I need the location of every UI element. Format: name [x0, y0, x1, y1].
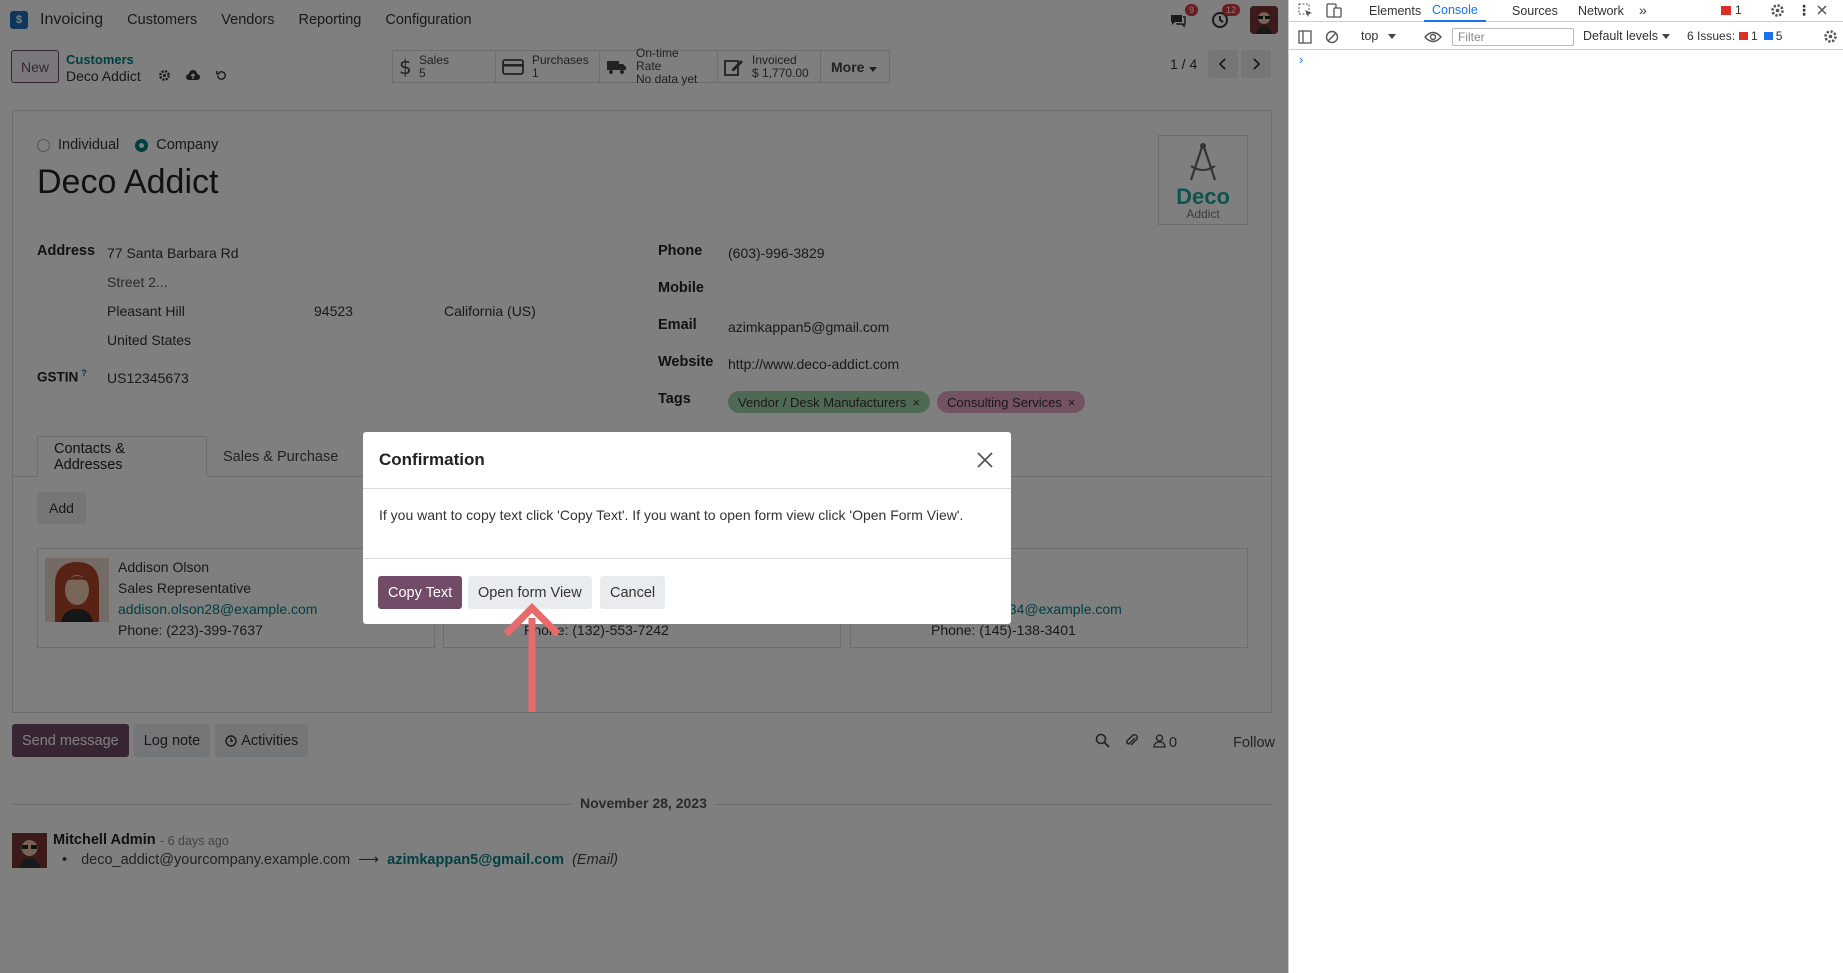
issues-counter[interactable]: 6 Issues: 1 5 — [1687, 29, 1782, 43]
dialog-body: If you want to copy text click 'Copy Tex… — [379, 507, 964, 523]
devtools-tab-console[interactable]: Console — [1424, 0, 1486, 22]
devtools-tab-sources[interactable]: Sources — [1512, 0, 1558, 22]
confirmation-dialog: Confirmation If you want to copy text cl… — [363, 432, 1011, 624]
caret-down-icon — [1388, 33, 1397, 39]
eye-icon[interactable] — [1424, 30, 1442, 47]
clear-console-icon[interactable] — [1325, 30, 1339, 47]
issue-error-icon — [1739, 32, 1749, 40]
devtools-tabbar: Elements Console Sources Network » 1 ⋮ — [1289, 0, 1843, 22]
console-prompt[interactable]: › — [1299, 52, 1303, 67]
log-levels-select[interactable]: Default levels — [1583, 29, 1671, 43]
devtools-tab-network[interactable]: Network — [1578, 0, 1624, 22]
devtools-tab-elements[interactable]: Elements — [1369, 0, 1421, 22]
close-devtools-icon[interactable] — [1815, 3, 1829, 20]
dialog-title: Confirmation — [379, 450, 485, 469]
inspect-element-icon[interactable] — [1298, 3, 1313, 21]
error-counter[interactable]: 1 — [1721, 3, 1742, 17]
dialog-footer-divider — [363, 558, 1011, 559]
copy-text-button[interactable]: Copy Text — [378, 576, 463, 609]
dialog-header: Confirmation — [363, 432, 1011, 489]
console-toolbar: top Filter Default levels 6 Issues: 1 5 — [1289, 24, 1843, 50]
device-toolbar-icon[interactable] — [1326, 3, 1342, 21]
settings-gear-icon[interactable] — [1770, 3, 1785, 21]
close-icon[interactable] — [973, 448, 997, 472]
error-icon — [1721, 5, 1731, 15]
odoo-app: $ Invoicing Customers Vendors Reporting … — [0, 0, 1288, 973]
kebab-menu-icon[interactable]: ⋮ — [1797, 2, 1811, 19]
sidebar-toggle-icon[interactable] — [1298, 30, 1312, 47]
issue-info-icon — [1763, 32, 1773, 40]
console-settings-icon[interactable] — [1823, 29, 1838, 47]
more-tabs-icon[interactable]: » — [1639, 2, 1647, 18]
devtools-panel: Elements Console Sources Network » 1 ⋮ t… — [1288, 0, 1843, 973]
console-filter-input[interactable]: Filter — [1452, 28, 1574, 46]
cancel-button[interactable]: Cancel — [600, 576, 666, 609]
context-selector[interactable]: top — [1361, 29, 1397, 43]
caret-down-icon — [1662, 33, 1671, 39]
annotation-arrow-icon — [503, 603, 561, 712]
